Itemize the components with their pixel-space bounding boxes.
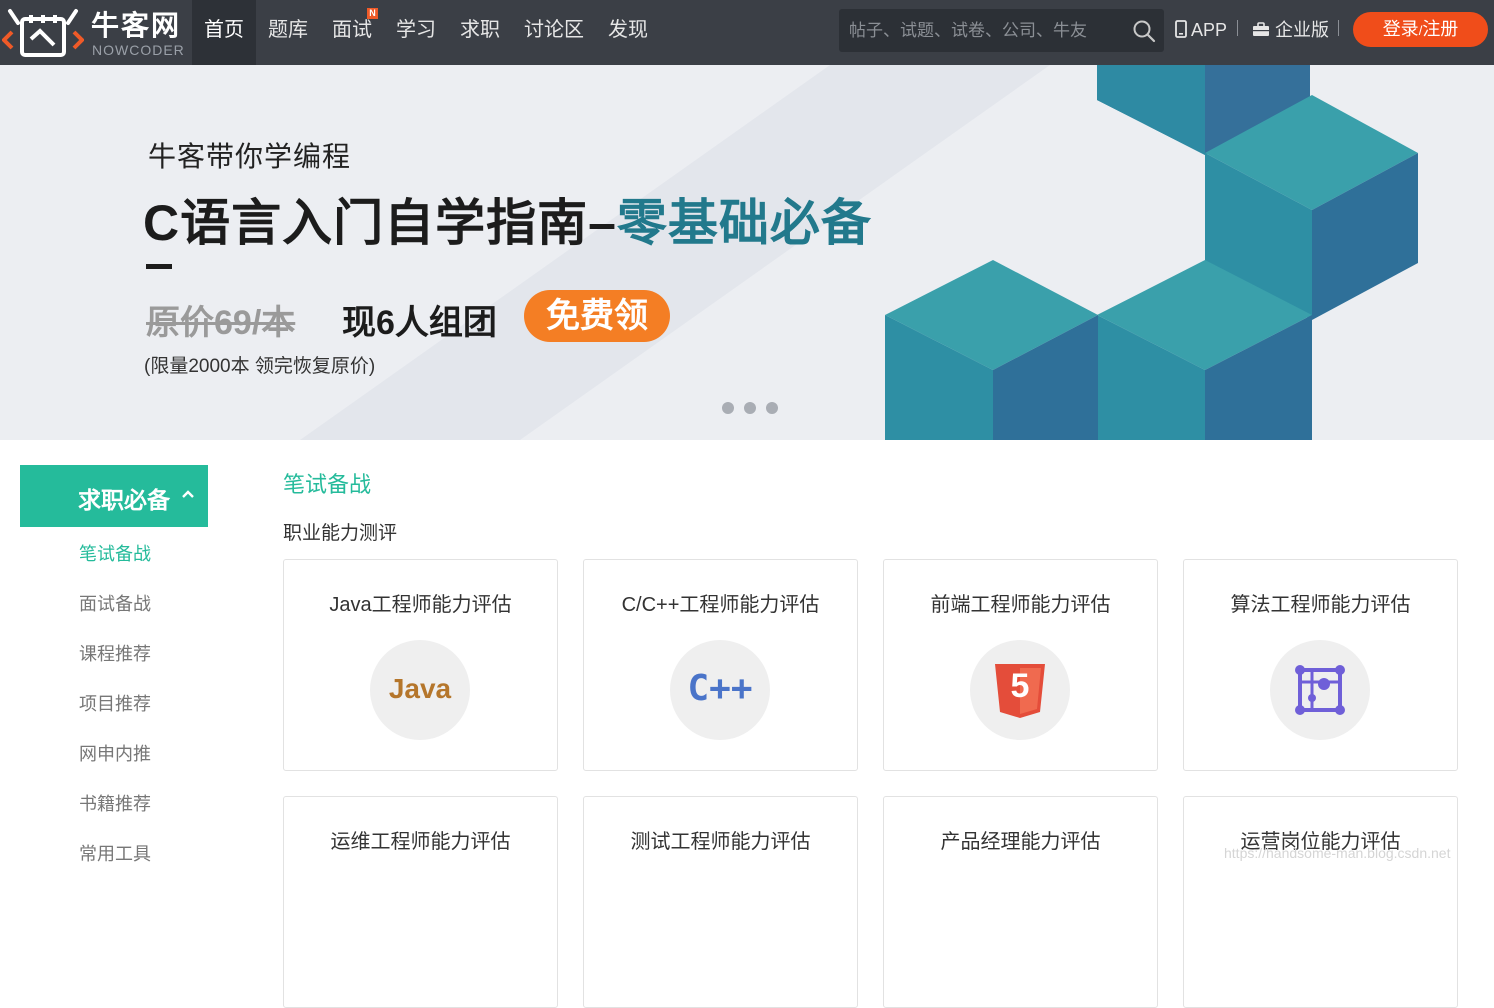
banner-note: (限量2000本 领完恢复原价) xyxy=(144,356,376,377)
algorithm-graph xyxy=(1295,665,1345,715)
enterprise-link-label: 企业版 xyxy=(1275,20,1330,40)
nav-discover[interactable]: 发现 xyxy=(596,0,660,65)
card-title: 前端工程师能力评估 xyxy=(930,594,1111,616)
assessment-card-frontend[interactable]: 前端工程师能力评估 5 xyxy=(883,559,1158,771)
watermark: https://handsome-man.blog.csdn.net xyxy=(1224,845,1451,861)
nav-jobs-label: 求职 xyxy=(460,19,500,41)
java-icon-text: Java xyxy=(388,673,452,704)
sidebar-item-interview-prep[interactable]: 面试备战 xyxy=(79,590,151,616)
nav-discussion[interactable]: 讨论区 xyxy=(512,0,596,65)
register-label: 注册 xyxy=(1422,19,1459,39)
card-title: C/C++工程师能力评估 xyxy=(621,594,820,616)
logo-subtitle: NOWCODER xyxy=(92,42,185,58)
header-divider xyxy=(1237,20,1238,36)
nav-learn-label: 学习 xyxy=(396,19,436,41)
sidebar-item-books[interactable]: 书籍推荐 xyxy=(79,790,151,816)
briefcase-icon xyxy=(1253,22,1269,36)
card-title: 测试工程师能力评估 xyxy=(630,831,811,853)
banner-title-highlight: 零基础必备 xyxy=(616,195,872,251)
card-title: 运维工程师能力评估 xyxy=(330,831,511,853)
header-divider xyxy=(1338,20,1339,36)
nav-jobs[interactable]: 求职 xyxy=(448,0,512,65)
cpp-icon: C++ xyxy=(670,640,770,740)
assessment-card-testing[interactable]: 测试工程师能力评估 xyxy=(583,796,858,1008)
assessment-card-ops[interactable]: 运维工程师能力评估 xyxy=(283,796,558,1008)
phone-icon xyxy=(1175,20,1187,38)
carousel-dot[interactable] xyxy=(744,402,756,414)
app-link[interactable]: APP xyxy=(1175,18,1227,42)
promo-banner[interactable]: 牛客带你学编程 C语言入门自学指南–零基础必备 原价69/本 现6人组团 免费领… xyxy=(0,65,1494,440)
nav-question-bank[interactable]: 题库 xyxy=(256,0,320,65)
nav-home-label: 首页 xyxy=(204,19,244,41)
banner-promo: 现6人组团 xyxy=(342,304,497,342)
sidebar-item-courses[interactable]: 课程推荐 xyxy=(79,640,151,666)
assessment-card-product[interactable]: 产品经理能力评估 xyxy=(883,796,1158,1008)
logo[interactable]: 牛客网 NOWCODER xyxy=(0,0,192,65)
nav-question-bank-label: 题库 xyxy=(268,19,308,41)
search-input[interactable] xyxy=(839,9,1129,52)
login-label: 登录 xyxy=(1382,19,1419,39)
search-box xyxy=(839,9,1164,52)
assessment-card-cpp[interactable]: C/C++工程师能力评估 C++ xyxy=(583,559,858,771)
top-nav-bar: 牛客网 NOWCODER 首页 题库 面试N 学习 求职 讨论区 发现 APP … xyxy=(0,0,1494,65)
main-nav: 首页 题库 面试 N 学习 求职 讨论区 发现 xyxy=(192,0,660,65)
nav-learn[interactable]: 学习 xyxy=(384,0,448,65)
nowcoder-logo-icon xyxy=(2,9,84,57)
sidebar-item-projects[interactable]: 项目推荐 xyxy=(79,690,151,716)
carousel-dot[interactable] xyxy=(766,402,778,414)
nav-interview-label: 面试 xyxy=(332,19,372,41)
logo-name: 牛客网 xyxy=(91,10,182,41)
nav-interview[interactable]: 面试 N xyxy=(320,0,384,65)
java-icon: Java xyxy=(370,640,470,740)
nav-home[interactable]: 首页 xyxy=(192,0,256,65)
login-register-button[interactable]: 登录/注册 xyxy=(1353,12,1488,47)
algorithm-icon xyxy=(1270,640,1370,740)
sidebar-item-written-test[interactable]: 笔试备战 xyxy=(79,540,151,566)
app-link-label: APP xyxy=(1191,20,1228,40)
carousel-dots xyxy=(722,402,778,414)
sidebar-header[interactable]: 求职必备 xyxy=(20,465,208,527)
html5-icon-text: 5 xyxy=(1010,667,1030,705)
html5-icon: 5 xyxy=(970,640,1070,740)
free-claim-button[interactable]: 免费领 xyxy=(524,290,670,342)
card-title: 算法工程师能力评估 xyxy=(1230,594,1411,616)
banner-old-price: 原价69/本 xyxy=(146,304,296,342)
search-icon[interactable] xyxy=(1132,19,1156,43)
section-subtitle: 职业能力测评 xyxy=(283,523,398,544)
enterprise-link[interactable]: 企业版 xyxy=(1252,18,1329,42)
nav-discussion-label: 讨论区 xyxy=(524,19,584,41)
sidebar-header-label: 求职必备 xyxy=(78,487,170,513)
card-title: Java工程师能力评估 xyxy=(329,594,512,616)
assessment-card-java[interactable]: Java工程师能力评估 Java xyxy=(283,559,558,771)
chevron-up-icon xyxy=(182,490,194,498)
assessment-card-operations[interactable]: 运营岗位能力评估 xyxy=(1183,796,1458,1008)
card-title: 产品经理能力评估 xyxy=(940,831,1101,853)
sidebar-item-tools[interactable]: 常用工具 xyxy=(79,840,151,866)
nav-discover-label: 发现 xyxy=(608,19,648,41)
banner-dash xyxy=(146,264,172,269)
sidebar-item-referrals[interactable]: 网申内推 xyxy=(79,740,151,766)
carousel-dot[interactable] xyxy=(722,402,734,414)
cpp-icon-text: C++ xyxy=(687,668,753,709)
banner-title-main: C语言入门自学指南– xyxy=(143,195,617,251)
new-badge: N xyxy=(367,8,378,19)
assessment-card-algorithm[interactable]: 算法工程师能力评估 xyxy=(1183,559,1458,771)
section-title: 笔试备战 xyxy=(283,472,372,497)
banner-title: C语言入门自学指南–零基础必备 xyxy=(143,183,872,255)
banner-subtitle: 牛客带你学编程 xyxy=(148,141,352,172)
